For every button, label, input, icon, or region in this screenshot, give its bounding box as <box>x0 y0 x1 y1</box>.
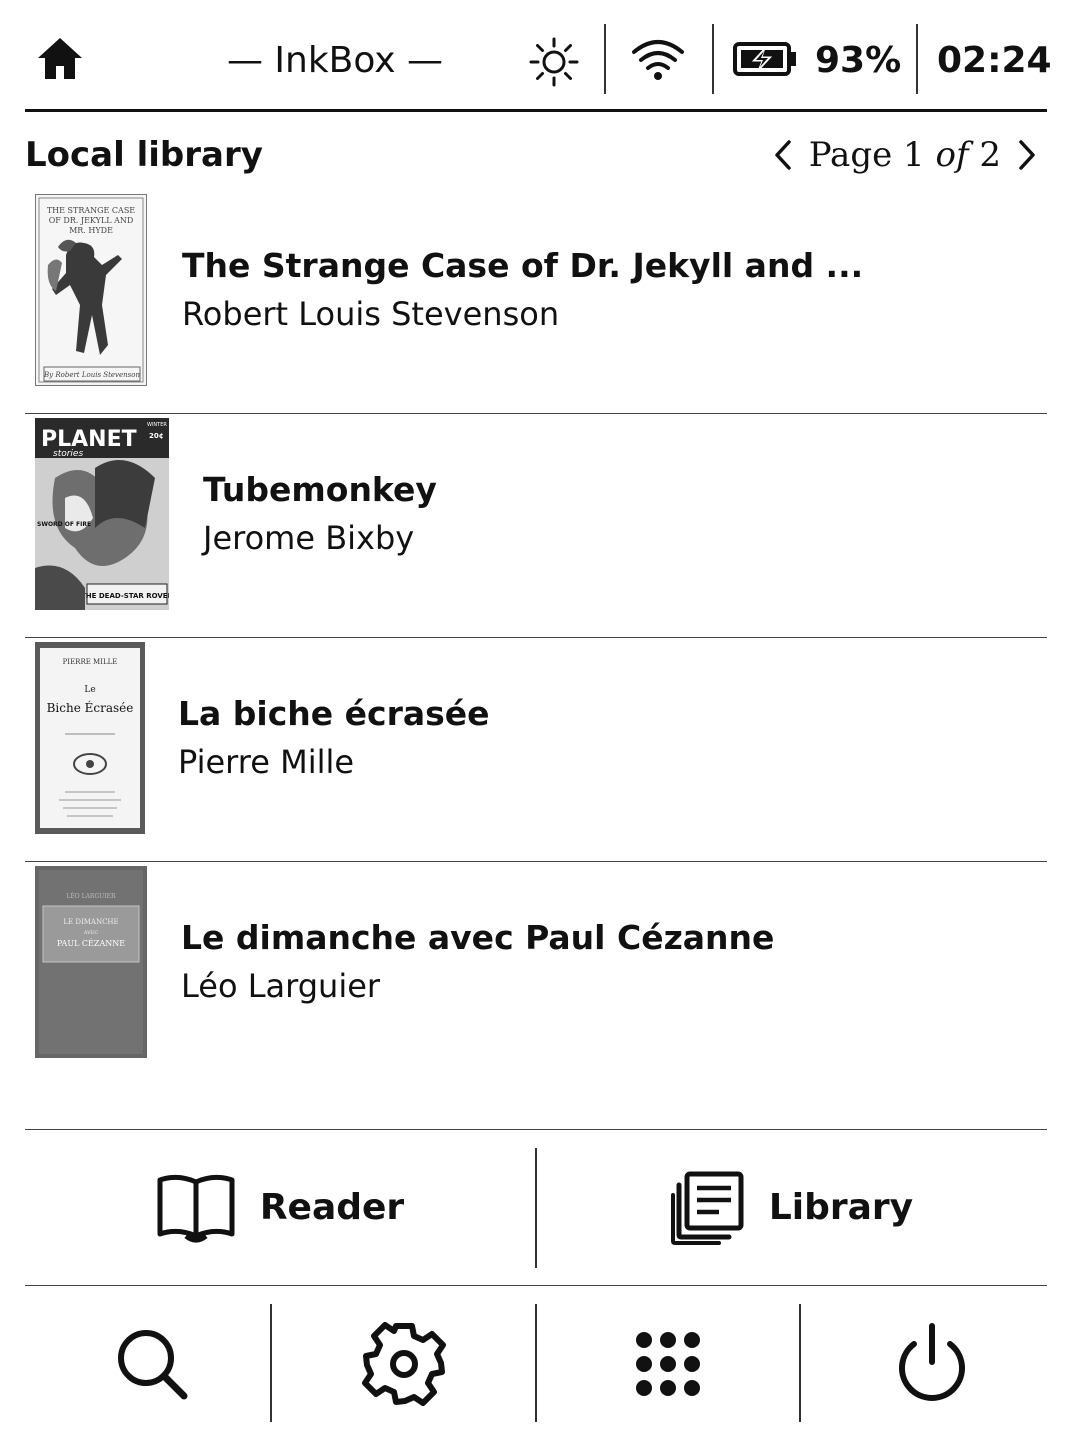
book-title: Tubemonkey <box>203 470 437 509</box>
apps-button[interactable] <box>541 1304 795 1424</box>
tool-bar <box>25 1286 1047 1448</box>
tool-divider <box>270 1304 272 1422</box>
book-meta: Le dimanche avec Paul Cézanne Léo Largui… <box>181 862 774 1062</box>
book-cover: PLANET stories WINTER 20¢ SWORD OF FIRE … <box>35 418 169 610</box>
book-cover: LÉO LARGUIER LE DIMANCHE AVEC PAUL CÉZAN… <box>35 866 147 1058</box>
cover-title-line-3: MR. HYDE <box>69 226 113 235</box>
current-page: 1 <box>903 135 925 175</box>
search-button[interactable] <box>25 1304 279 1424</box>
power-button[interactable] <box>805 1304 1059 1424</box>
pagination: Page 1 of 2 <box>763 128 1047 182</box>
of-word: of <box>935 135 969 175</box>
cover-title-line-1: THE STRANGE CASE <box>47 206 135 215</box>
book-author: Jerome Bixby <box>203 519 415 557</box>
cover-side-text: SWORD OF FIRE <box>37 521 91 528</box>
page-indicator: Page 1 of 2 <box>803 128 1007 182</box>
book-row[interactable]: PLANET stories WINTER 20¢ SWORD OF FIRE … <box>25 414 1047 638</box>
cover-line-3: PAUL CÉZANNE <box>57 939 125 948</box>
cover-season: WINTER <box>147 422 167 428</box>
book-cover: THE STRANGE CASE OF DR. JEKYLL AND MR. H… <box>35 194 147 386</box>
cover-author: By Robert Louis Stevenson <box>43 371 140 379</box>
book-title: La biche écrasée <box>178 694 490 733</box>
book-row[interactable]: LÉO LARGUIER LE DIMANCHE AVEC PAUL CÉZAN… <box>25 862 1047 1086</box>
book-meta: The Strange Case of Dr. Jekyll and ... R… <box>182 190 863 390</box>
cover-author: PIERRE MILLE <box>63 658 118 666</box>
book-meta: Tubemonkey Jerome Bixby <box>203 414 437 614</box>
brightness-icon <box>529 37 579 87</box>
previous-page-button[interactable] <box>763 128 803 182</box>
cover-subtitle: stories <box>53 449 83 459</box>
total-pages: 2 <box>979 135 1001 175</box>
battery-percent: 93% <box>815 40 902 81</box>
wifi-icon <box>632 40 684 80</box>
cover-title: Biche Écrasée <box>47 700 134 715</box>
apps-grid-icon <box>636 1332 700 1396</box>
cover-banner: THE DEAD-STAR ROVER <box>81 592 169 600</box>
reader-button[interactable]: Reader <box>25 1130 535 1285</box>
book-author: Robert Louis Stevenson <box>182 295 560 333</box>
chevron-left-icon <box>774 140 791 170</box>
app-title: — InkBox — <box>226 40 444 81</box>
tool-divider <box>535 1304 537 1422</box>
cover-price: 20¢ <box>149 432 164 440</box>
home-icon <box>38 38 82 79</box>
cover-illustration: LÉO LARGUIER LE DIMANCHE AVEC PAUL CÉZAN… <box>35 866 147 1058</box>
cover-line-1: LE DIMANCHE <box>63 918 118 926</box>
battery-charging-icon <box>733 42 796 76</box>
battery-indicator <box>733 40 799 78</box>
cover-author: LÉO LARGUIER <box>66 892 116 900</box>
book-author: Léo Larguier <box>181 967 381 1005</box>
settings-button[interactable] <box>277 1304 531 1424</box>
gear-icon <box>362 1322 446 1406</box>
status-divider <box>604 24 606 94</box>
cover-illustration: PLANET stories WINTER 20¢ SWORD OF FIRE … <box>35 418 169 610</box>
book-cover: PIERRE MILLE Le Biche Écrasée <box>35 642 145 834</box>
cover-illustration: THE STRANGE CASE OF DR. JEKYLL AND MR. H… <box>38 197 144 383</box>
library-button[interactable]: Library <box>537 1130 1047 1285</box>
action-bar: Reader Library <box>25 1129 1047 1286</box>
reader-label: Reader <box>259 1187 405 1228</box>
library-label: Library <box>768 1187 914 1228</box>
chevron-right-icon <box>1019 140 1035 170</box>
wifi-button[interactable] <box>630 38 686 82</box>
book-author: Pierre Mille <box>178 743 355 781</box>
clock: 02:24 <box>937 40 1052 81</box>
tool-divider <box>799 1304 801 1422</box>
power-icon <box>899 1323 965 1401</box>
cover-line-2: AVEC <box>83 930 99 936</box>
book-title: The Strange Case of Dr. Jekyll and ... <box>182 246 864 285</box>
library-stack-icon <box>670 1171 744 1245</box>
book-meta: La biche écrasée Pierre Mille <box>178 638 490 838</box>
book-row[interactable]: PIERRE MILLE Le Biche Écrasée La biche é… <box>25 638 1047 862</box>
open-book-icon <box>157 1174 235 1242</box>
status-divider <box>916 24 918 94</box>
brightness-button[interactable] <box>528 36 580 88</box>
next-page-button[interactable] <box>1007 128 1047 182</box>
local-library-heading: Local library <box>25 135 263 175</box>
home-button[interactable] <box>35 34 85 84</box>
book-title: Le dimanche avec Paul Cézanne <box>181 918 775 957</box>
cover-le: Le <box>84 685 95 695</box>
cover-illustration: PIERRE MILLE Le Biche Écrasée <box>35 642 145 834</box>
page-word: Page <box>808 135 893 175</box>
search-icon <box>118 1330 188 1400</box>
status-bar: — InkBox — 93% 02:24 <box>25 0 1052 112</box>
cover-title-line-2: OF DR. JEKYLL AND <box>49 216 134 225</box>
book-row[interactable]: THE STRANGE CASE OF DR. JEKYLL AND MR. H… <box>25 190 1047 414</box>
status-divider <box>712 24 714 94</box>
